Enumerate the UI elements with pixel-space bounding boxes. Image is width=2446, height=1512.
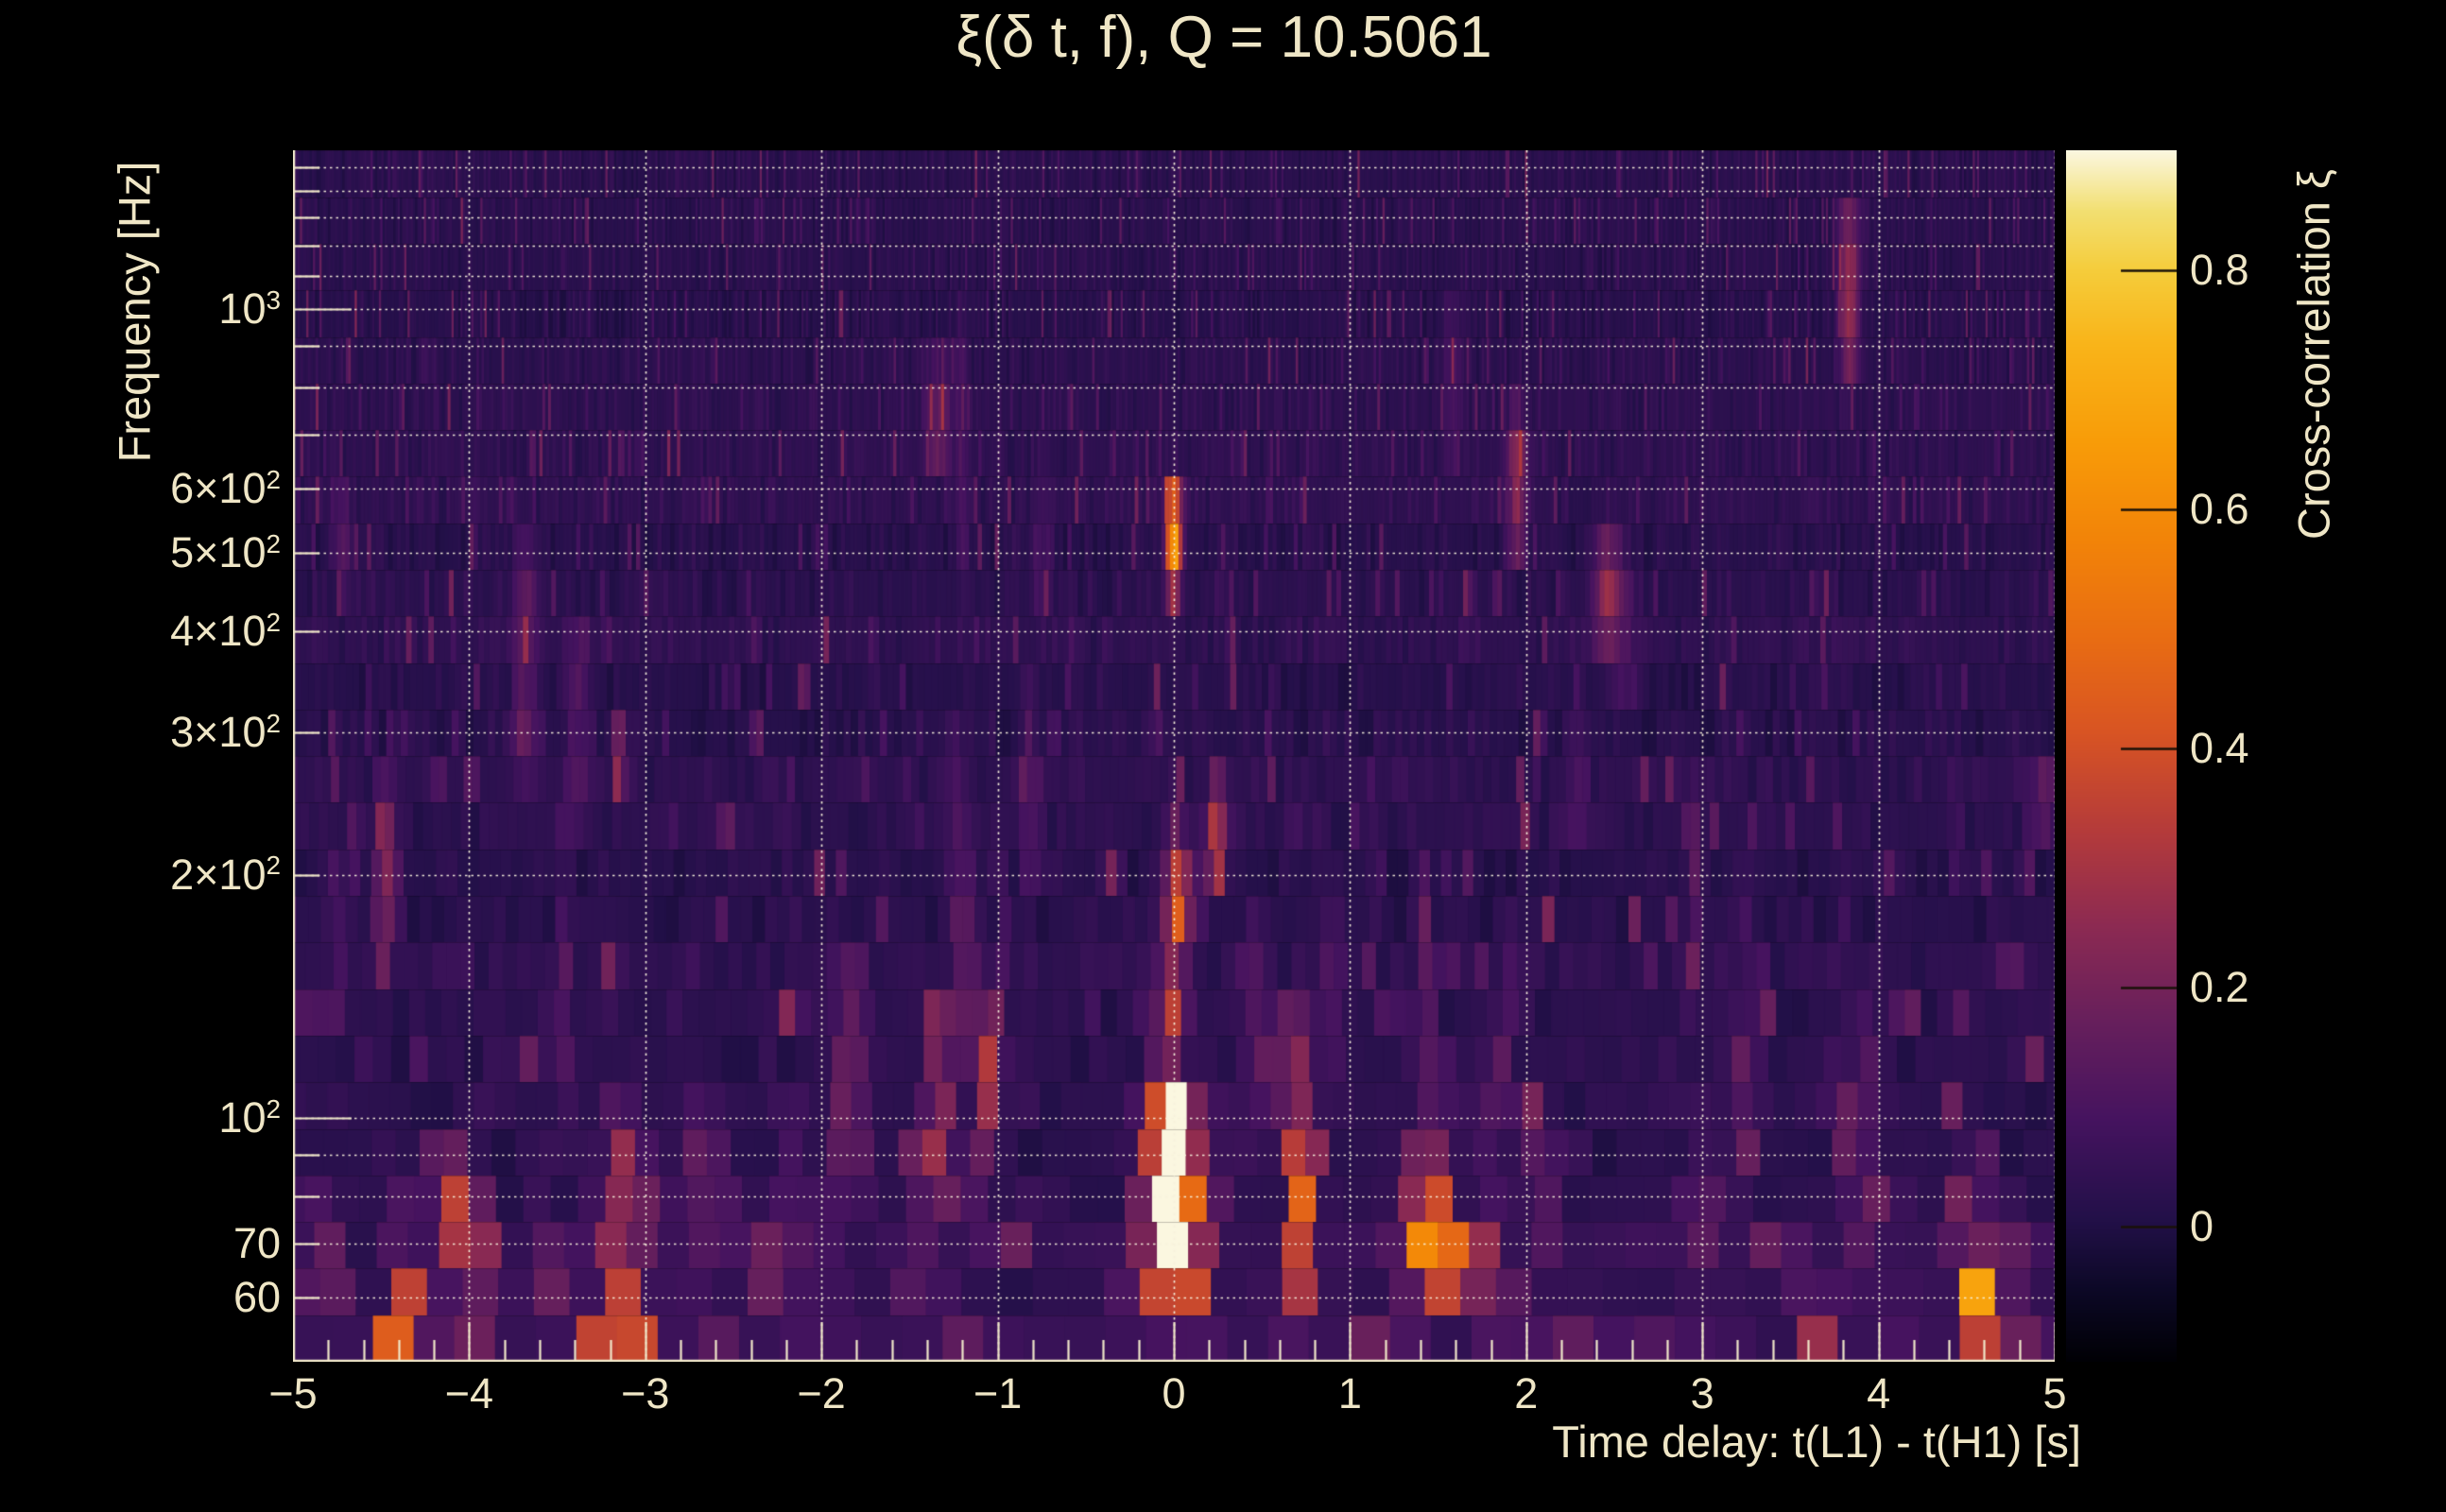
x-tick-label: 1 xyxy=(1337,1369,1362,1418)
x-tick-label: 0 xyxy=(1162,1369,1186,1418)
y-tick-label: 5×102 xyxy=(170,528,281,576)
x-tick-label: 3 xyxy=(1690,1369,1714,1418)
x-tick-label: −3 xyxy=(621,1369,670,1418)
qscan-figure: ξ(δ t, f), Q = 10.5061 Frequency [Hz] Ti… xyxy=(0,0,2446,1512)
x-tick-label: −5 xyxy=(268,1369,318,1418)
x-tick-label: 5 xyxy=(2042,1369,2067,1418)
y-tick-label: 102 xyxy=(218,1093,281,1143)
x-tick-label: 4 xyxy=(1867,1369,1891,1418)
y-tick-label: 103 xyxy=(218,284,281,334)
x-tick-label: −2 xyxy=(797,1369,846,1418)
x-tick-label: −1 xyxy=(973,1369,1023,1418)
x-axis-title: Time delay: t(L1) - t(H1) [s] xyxy=(1552,1417,2081,1467)
y-tick-label: 4×102 xyxy=(170,606,281,655)
colorbar-tick-label: 0.6 xyxy=(2190,484,2249,533)
colorbar-tick-label: 0 xyxy=(2190,1202,2214,1251)
chart-title: ξ(δ t, f), Q = 10.5061 xyxy=(956,5,1492,70)
colorbar-tick-label: 0.4 xyxy=(2190,724,2249,772)
colorbar-title: Cross-correlation ξ xyxy=(2288,169,2339,540)
colorbar-tick-label: 0.8 xyxy=(2190,245,2249,294)
colorbar-canvas xyxy=(2066,150,2177,1362)
colorbar-tick-label: 0.2 xyxy=(2190,963,2249,1012)
heatmap-canvas xyxy=(293,150,2055,1362)
y-tick-label: 3×102 xyxy=(170,707,281,756)
y-tick-label: 70 xyxy=(233,1218,281,1267)
y-tick-label: 60 xyxy=(233,1273,281,1322)
x-tick-label: 2 xyxy=(1514,1369,1539,1418)
y-tick-label: 6×102 xyxy=(170,464,281,513)
x-tick-label: −4 xyxy=(444,1369,494,1418)
y-tick-label: 2×102 xyxy=(170,850,281,899)
